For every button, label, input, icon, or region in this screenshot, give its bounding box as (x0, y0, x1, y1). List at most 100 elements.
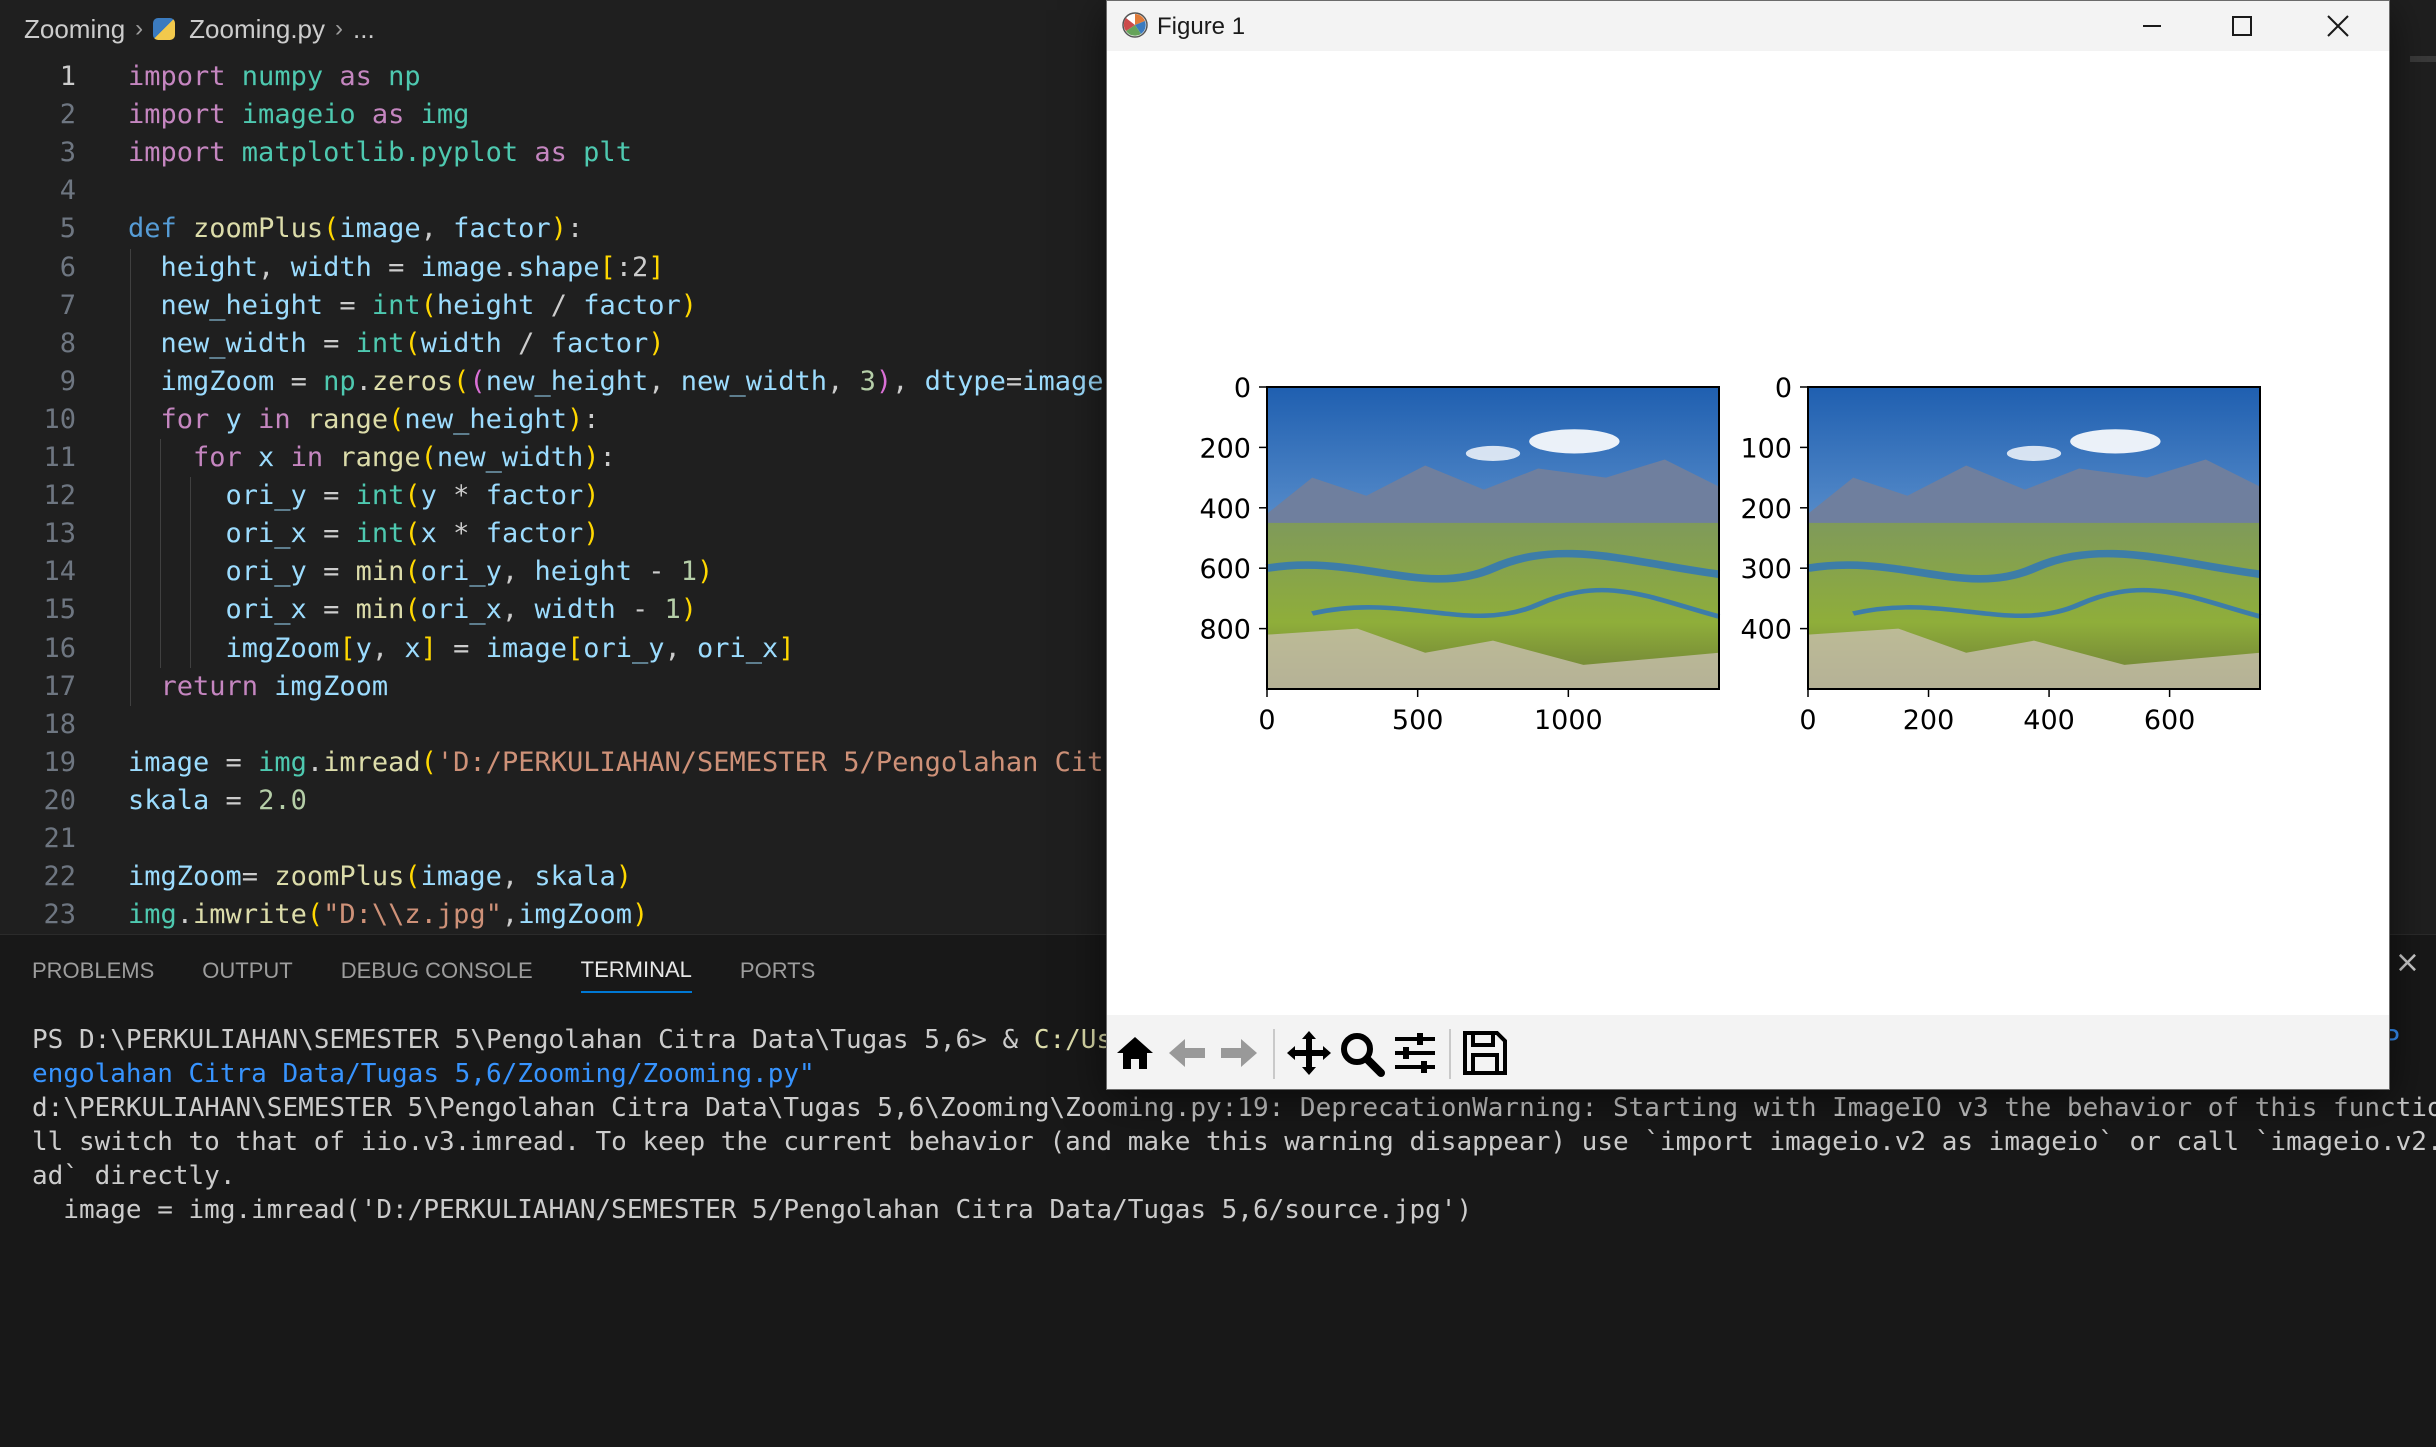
code-token: width (290, 251, 372, 283)
code-token: ori_y (128, 556, 307, 588)
code-line[interactable]: 3 import matplotlib.pyplot as plt (0, 134, 1108, 172)
terminal-line: ll switch to that of iio.v3.imread. To k… (32, 1127, 2436, 1157)
code-token: , (420, 213, 454, 245)
breadcrumb-more[interactable]: ... (353, 14, 375, 45)
code-text: height, width = image.shape[:2] (128, 249, 665, 287)
code-line[interactable]: 14 ori_y = min(ori_y, height - 1) (0, 553, 1108, 591)
home-icon[interactable] (1111, 1029, 1159, 1077)
code-line[interactable]: 12 ori_y = int(y * factor) (0, 477, 1108, 515)
code-text: imgZoom = np.zeros((new_height, new_widt… (128, 363, 1109, 401)
code-token: import (128, 137, 226, 169)
code-token: range (306, 403, 389, 435)
code-token: height (128, 251, 259, 283)
code-line[interactable]: 20 skala = 2.0 (0, 782, 1108, 820)
code-line[interactable]: 11 for x in range(new_width): (0, 439, 1108, 477)
pan-move-icon[interactable] (1285, 1029, 1333, 1077)
indent-guide (190, 477, 191, 668)
code-line[interactable]: 21 (0, 820, 1108, 858)
code-token: : (583, 403, 600, 435)
forward-arrow-icon[interactable] (1215, 1029, 1263, 1077)
line-number: 23 (43, 899, 76, 931)
code-token: imgZoom (258, 670, 389, 702)
close-panel-icon[interactable]: × (2395, 945, 2420, 980)
code-line[interactable]: 19 image = img.imread('D:/PERKULIAHAN/SEM… (0, 744, 1108, 782)
minimize-button[interactable] (2107, 1, 2197, 51)
minimap-scrollbar[interactable] (2410, 56, 2436, 62)
back-arrow-icon[interactable] (1163, 1029, 1211, 1077)
tab-terminal[interactable]: TERMINAL (580, 949, 692, 993)
breadcrumb-file[interactable]: Zooming.py (189, 14, 325, 45)
code-token: ori_x (128, 594, 307, 626)
code-token: img (258, 746, 307, 778)
code-line[interactable]: 1 import numpy as np (0, 58, 1108, 96)
code-token: ( (404, 327, 421, 359)
code-token: img (404, 99, 470, 131)
code-line[interactable]: 10 for y in range(new_height): (0, 401, 1108, 439)
figure-titlebar[interactable]: Figure 1 (1107, 1, 2389, 51)
code-line[interactable]: 2 import imageio as img (0, 96, 1108, 134)
code-token: = (306, 327, 356, 359)
y-tick-label: 600 (1199, 554, 1251, 585)
code-token: = (209, 784, 259, 816)
code-line[interactable]: 7 new_height = int(height / factor) (0, 287, 1108, 325)
code-line[interactable]: 16 imgZoom[y, x] = image[ori_y, ori_x] (0, 630, 1108, 668)
figure-window[interactable]: Figure 1 0 500 1000 0 200 400 600 800 0 … (1106, 0, 2390, 1090)
code-line[interactable]: 18 (0, 706, 1108, 744)
code-token: range (339, 442, 421, 473)
code-line[interactable]: 15 ori_x = min(ori_x, width - 1) (0, 591, 1108, 629)
code-token: - (631, 556, 681, 588)
figure-toolbar (1107, 1015, 2389, 1089)
tab-output[interactable]: OUTPUT (202, 950, 292, 992)
tab-ports[interactable]: PORTS (740, 950, 815, 992)
code-token: skala (128, 784, 210, 816)
zoom-magnifier-icon[interactable] (1337, 1029, 1385, 1077)
breadcrumb-folder[interactable]: Zooming (24, 14, 125, 45)
code-line[interactable]: 6 height, width = image.shape[:2] (0, 249, 1108, 287)
landscape-image (1808, 387, 2260, 689)
code-token: factor (485, 518, 584, 550)
code-token: , (892, 365, 925, 397)
code-line[interactable]: 9 imgZoom = np.zeros((new_height, new_wi… (0, 363, 1108, 401)
code-token: . (355, 365, 372, 397)
code-text: img.imwrite("D:\\z.jpg",imgZoom) (128, 896, 648, 934)
y-tick-label: 800 (1199, 615, 1251, 646)
line-number: 5 (59, 213, 76, 245)
line-number: 20 (43, 784, 76, 816)
code-token: new_height (128, 289, 324, 321)
code-token: . (176, 899, 194, 931)
code-line[interactable]: 23 img.imwrite("D:\\z.jpg",imgZoom) (0, 896, 1108, 934)
code-line[interactable]: 8 new_width = int(width / factor) (0, 325, 1108, 363)
code-line[interactable]: 13 ori_x = int(x * factor) (0, 515, 1108, 553)
code-token: = (274, 365, 324, 397)
figure-canvas[interactable]: 0 500 1000 0 200 400 600 800 0 200 400 600 0 100 200 30… (1107, 51, 2389, 1015)
code-token: ori_y (128, 480, 307, 512)
code-line[interactable]: 17 return imgZoom (0, 668, 1108, 706)
panel-tabs: PROBLEMS OUTPUT DEBUG CONSOLE TERMINAL PORTS (0, 935, 831, 1007)
code-line[interactable]: 5 def zoomPlus(image, factor): (0, 210, 1108, 248)
subplot-image (1808, 387, 2260, 689)
code-token: width (534, 594, 616, 626)
code-token: 'D:/PERKULIAHAN/SEMESTER 5/Pengolahan Ci… (436, 746, 1108, 778)
maximize-button[interactable] (2197, 1, 2287, 51)
save-icon[interactable] (1461, 1029, 1509, 1077)
code-token: [ (599, 251, 616, 283)
code-editor[interactable]: 1 import numpy as np 2 import imageio as im… (0, 58, 1108, 934)
tab-problems[interactable]: PROBLEMS (32, 950, 154, 992)
close-button[interactable] (2293, 1, 2383, 51)
tab-debug-console[interactable]: DEBUG CONSOLE (341, 950, 533, 992)
code-token: ( (404, 861, 421, 893)
code-line[interactable]: 4 (0, 172, 1108, 210)
figure-title: Figure 1 (1157, 13, 1246, 40)
code-line[interactable]: 22 imgZoom= zoomPlus(image, skala) (0, 858, 1108, 896)
code-token: ( (404, 594, 421, 626)
code-token: ) (583, 518, 600, 550)
code-token: 2.0 (258, 784, 307, 816)
code-token: ori_x (697, 632, 779, 664)
code-token: x (420, 518, 437, 550)
code-token: [ (339, 632, 356, 664)
code-token: = (306, 480, 356, 512)
code-text: for y in range(new_height): (128, 401, 600, 439)
code-token: int (371, 289, 421, 321)
configure-subplots-icon[interactable] (1391, 1029, 1439, 1077)
